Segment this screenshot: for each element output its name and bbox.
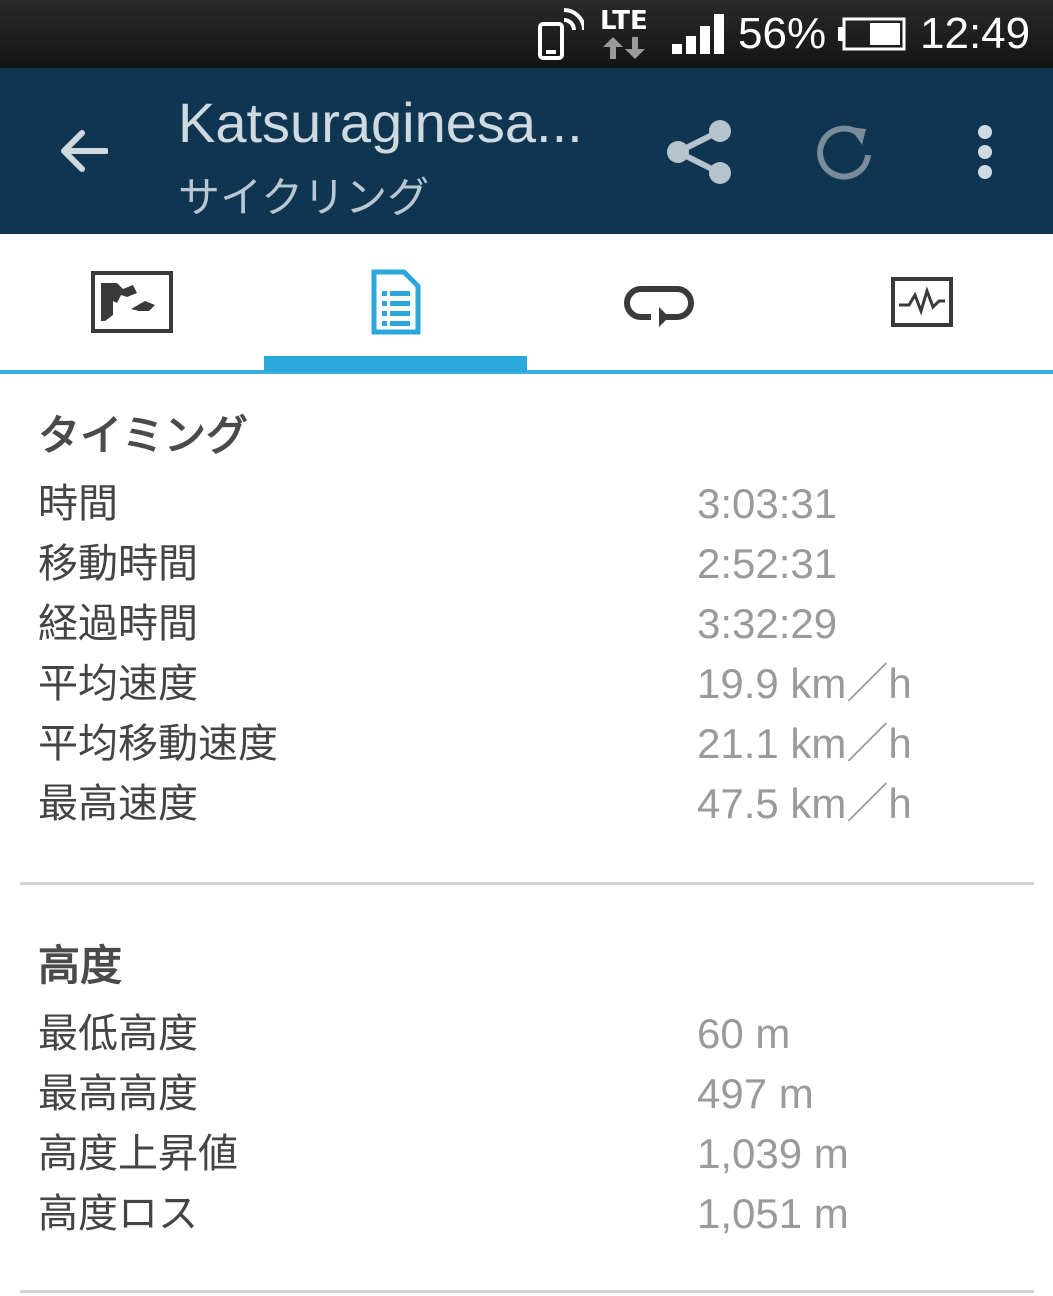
selected-tab-indicator (264, 356, 527, 372)
stat-value: 60 m (697, 1010, 791, 1057)
activity-title: Katsuraginesa... (178, 91, 583, 154)
overflow-menu-icon (978, 125, 992, 179)
refresh-button[interactable] (806, 114, 884, 190)
stat-row: 最高速度 47.5 km／h (0, 774, 1053, 834)
stat-row: 時間 3:03:31 (0, 474, 1053, 534)
stat-label: 経過時間 (38, 601, 198, 647)
stat-row: 移動時間 2:52:31 (0, 534, 1053, 594)
tab-details[interactable] (264, 234, 527, 370)
battery-icon (838, 0, 906, 68)
stat-value: 3:32:29 (697, 600, 838, 647)
stat-label: 最高高度 (38, 1071, 198, 1117)
stat-row: 最低高度 60 m (0, 1004, 1053, 1064)
back-button[interactable] (48, 116, 118, 186)
timing-section-title: タイミング (38, 411, 249, 460)
stat-label: 時間 (38, 481, 118, 527)
lte-indicator: LTE (600, 0, 648, 68)
phone-wifi-icon (536, 0, 584, 68)
app-bar: Katsuraginesa... サイクリング (0, 68, 1053, 234)
stat-label: 最低高度 (38, 1011, 198, 1057)
refresh-icon (817, 125, 871, 180)
share-button[interactable] (660, 114, 738, 190)
stat-label: 平均速度 (38, 661, 198, 707)
back-arrow-icon (61, 130, 108, 172)
more-options-button[interactable] (960, 114, 1010, 190)
stat-label: 高度ロス (38, 1191, 198, 1237)
stat-row: 平均速度 19.9 km／h (0, 654, 1053, 714)
graph-icon (890, 277, 953, 327)
tab-graph[interactable] (790, 234, 1053, 370)
stat-value: 497 m (697, 1070, 814, 1117)
stat-value: 47.5 km／h (697, 780, 912, 827)
stat-label: 高度上昇値 (38, 1131, 238, 1177)
stat-label: 平均移動速度 (38, 721, 278, 767)
stat-row: 高度上昇値 1,039 m (0, 1124, 1053, 1184)
elevation-section-title: 高度 (38, 941, 123, 990)
stat-row: 平均移動速度 21.1 km／h (0, 714, 1053, 774)
stat-value: 2:52:31 (697, 540, 838, 587)
status-bar: LTE 56% 12:49 (0, 0, 1053, 68)
document-list-icon (371, 269, 420, 335)
stat-value: 19.9 km／h (697, 660, 912, 707)
battery-percent: 56% (738, 9, 827, 58)
activity-type: サイクリング (178, 173, 430, 222)
stat-value: 1,039 m (697, 1130, 849, 1177)
stat-label: 移動時間 (38, 541, 198, 587)
section-divider (20, 882, 1034, 885)
clock: 12:49 (920, 9, 1031, 58)
stat-row: 最高高度 497 m (0, 1064, 1053, 1124)
tab-bar (0, 234, 1053, 374)
data-transfer-icon (602, 37, 645, 59)
stat-value: 1,051 m (697, 1190, 849, 1237)
stat-row: 経過時間 3:32:29 (0, 594, 1053, 654)
tab-laps[interactable] (527, 234, 790, 370)
stat-value: 21.1 km／h (697, 720, 912, 767)
share-icon (667, 120, 731, 184)
map-icon (90, 271, 173, 333)
stat-row: 高度ロス 1,051 m (0, 1184, 1053, 1244)
loop-icon (623, 286, 694, 327)
stat-value: 3:03:31 (697, 480, 838, 527)
section-divider (20, 1290, 1034, 1293)
stat-label: 最高速度 (38, 781, 198, 827)
tab-map[interactable] (0, 234, 263, 370)
signal-icon (672, 0, 726, 68)
